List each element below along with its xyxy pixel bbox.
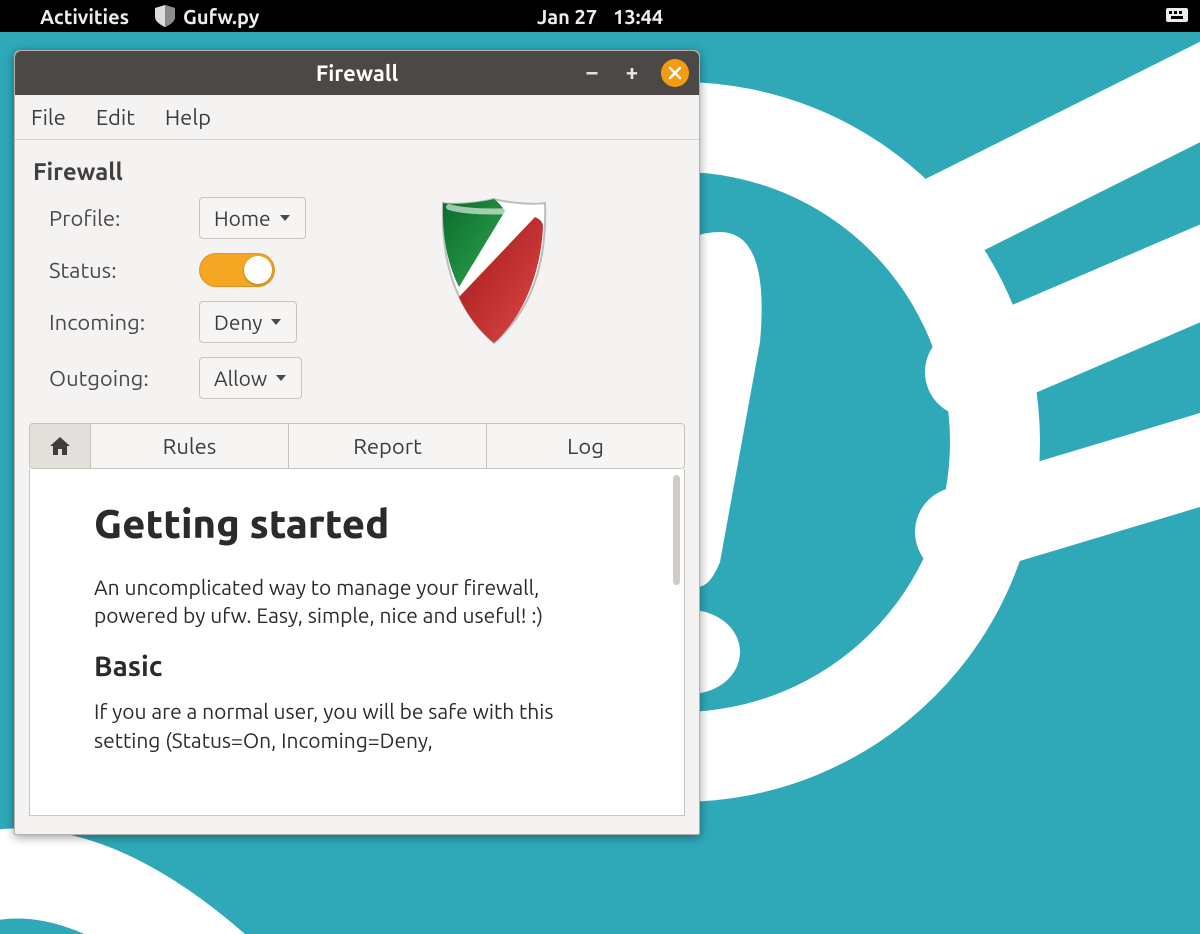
incoming-value: Deny xyxy=(214,310,262,334)
scrollbar-thumb[interactable] xyxy=(673,475,680,585)
outgoing-value: Allow xyxy=(214,366,267,390)
content-p2: If you are a normal user, you will be sa… xyxy=(94,697,620,754)
home-icon xyxy=(49,436,71,456)
profile-value: Home xyxy=(214,206,271,230)
close-icon xyxy=(668,66,682,80)
window-minimize-button[interactable]: – xyxy=(581,62,603,84)
menu-file[interactable]: File xyxy=(31,105,66,130)
firewall-window: Firewall – + File Edit Help Firewall Pro… xyxy=(14,50,700,835)
tab-rules[interactable]: Rules xyxy=(91,423,289,469)
section-heading: Firewall xyxy=(15,140,699,191)
tab-log[interactable]: Log xyxy=(487,423,685,469)
status-toggle[interactable] xyxy=(199,253,275,287)
chevron-down-icon xyxy=(279,212,291,224)
chevron-down-icon xyxy=(270,316,282,328)
incoming-select[interactable]: Deny xyxy=(199,301,297,343)
content-p1: An uncomplicated way to manage your fire… xyxy=(94,573,620,630)
incoming-label: Incoming: xyxy=(49,310,199,335)
shield-icon xyxy=(155,5,175,27)
outgoing-label: Outgoing: xyxy=(49,366,199,391)
top-app-name: Gufw.py xyxy=(183,5,259,28)
window-close-button[interactable] xyxy=(661,59,689,87)
gnome-top-bar: Activities Gufw.py Jan 27 13:44 xyxy=(0,0,1200,32)
tab-home[interactable] xyxy=(29,423,91,469)
profile-label: Profile: xyxy=(49,206,199,231)
content-h2: Basic xyxy=(94,648,620,686)
window-titlebar[interactable]: Firewall – + xyxy=(15,51,699,95)
outgoing-select[interactable]: Allow xyxy=(199,357,302,399)
activities-button[interactable]: Activities xyxy=(40,5,129,28)
clock-date: Jan 27 xyxy=(537,5,597,28)
tab-bar: Rules Report Log xyxy=(29,423,685,469)
status-label: Status: xyxy=(49,258,199,283)
content-h1: Getting started xyxy=(94,497,620,551)
window-maximize-button[interactable]: + xyxy=(621,62,643,84)
top-app-indicator[interactable]: Gufw.py xyxy=(155,5,259,28)
profile-select[interactable]: Home xyxy=(199,197,306,239)
clock[interactable]: Jan 27 13:44 xyxy=(537,5,663,28)
keyboard-indicator-icon[interactable] xyxy=(1166,8,1188,24)
firewall-shield-icon xyxy=(439,197,549,351)
chevron-down-icon xyxy=(275,372,287,384)
tab-report[interactable]: Report xyxy=(289,423,487,469)
menu-edit[interactable]: Edit xyxy=(96,105,135,130)
content-panel: Getting started An uncomplicated way to … xyxy=(29,469,685,816)
clock-time: 13:44 xyxy=(613,5,663,28)
window-title: Firewall xyxy=(316,61,398,86)
menu-bar: File Edit Help xyxy=(15,95,699,140)
menu-help[interactable]: Help xyxy=(165,105,211,130)
